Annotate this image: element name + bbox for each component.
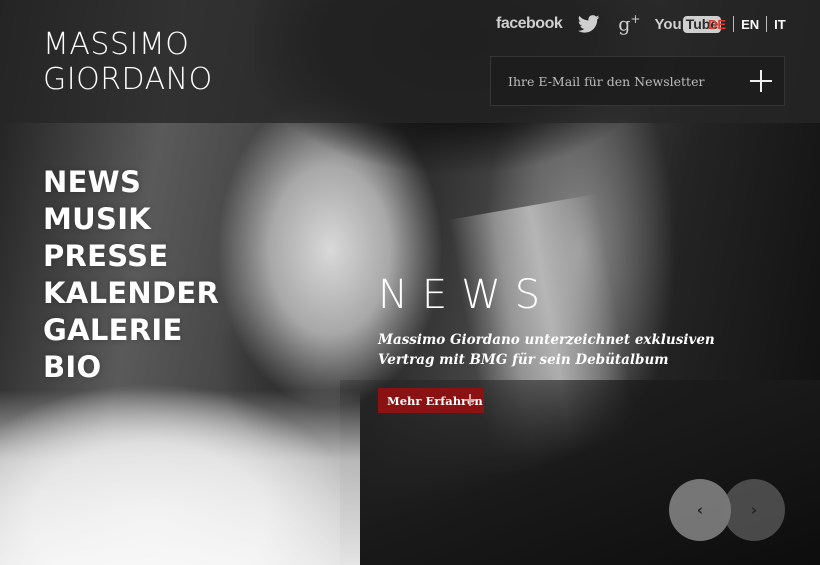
lang-it[interactable]: IT <box>774 17 786 32</box>
chevron-left-icon: ‹ <box>696 501 704 519</box>
slider-next-button[interactable]: › <box>723 479 785 541</box>
logo-last-name: GIORDANO <box>43 62 213 97</box>
nav-item-presse[interactable]: PRESSE <box>43 238 219 275</box>
nav-item-news[interactable]: NEWS <box>43 164 219 201</box>
youtube-you: You <box>654 15 682 33</box>
googleplus-plus: + <box>630 12 641 27</box>
facebook-link[interactable]: facebook <box>496 15 563 33</box>
nav-item-kalender[interactable]: KALENDER <box>43 275 219 312</box>
page: MASSIMO GIORDANO facebook g+ You Tube DE… <box>0 0 820 565</box>
more-button[interactable]: Mehr Erfahren <box>378 388 484 413</box>
news-headline: Massimo Giordano unterzeichnet exklusive… <box>378 332 715 368</box>
section-title: NEWS <box>378 272 555 318</box>
lang-divider <box>766 16 768 32</box>
site-logo[interactable]: MASSIMO GIORDANO <box>43 27 213 97</box>
hero-photo-shirt <box>0 390 360 565</box>
lang-en[interactable]: EN <box>741 17 759 32</box>
newsletter-email-input[interactable] <box>491 57 741 105</box>
header-bar: MASSIMO GIORDANO facebook g+ You Tube DE… <box>0 0 820 123</box>
logo-first-name: MASSIMO <box>43 27 190 62</box>
nav-item-musik[interactable]: MUSIK <box>43 201 219 238</box>
slider-prev-button[interactable]: ‹ <box>669 479 731 541</box>
plus-icon <box>464 394 476 406</box>
main-nav: NEWS MUSIK PRESSE KALENDER GALERIE BIO <box>43 164 219 386</box>
googleplus-icon[interactable]: g+ <box>618 12 640 35</box>
newsletter-form <box>490 56 785 106</box>
lang-divider <box>733 16 735 32</box>
googleplus-g: g <box>618 13 631 36</box>
twitter-bird-svg <box>578 15 600 33</box>
twitter-icon[interactable] <box>578 14 600 34</box>
chevron-right-icon: › <box>750 501 758 519</box>
nav-item-bio[interactable]: BIO <box>43 349 219 386</box>
lang-de[interactable]: DE <box>708 17 726 32</box>
language-switcher: DE EN IT <box>708 16 786 32</box>
nav-item-galerie[interactable]: GALERIE <box>43 312 219 349</box>
social-links: facebook g+ You Tube <box>496 12 722 36</box>
plus-icon[interactable] <box>750 70 772 92</box>
